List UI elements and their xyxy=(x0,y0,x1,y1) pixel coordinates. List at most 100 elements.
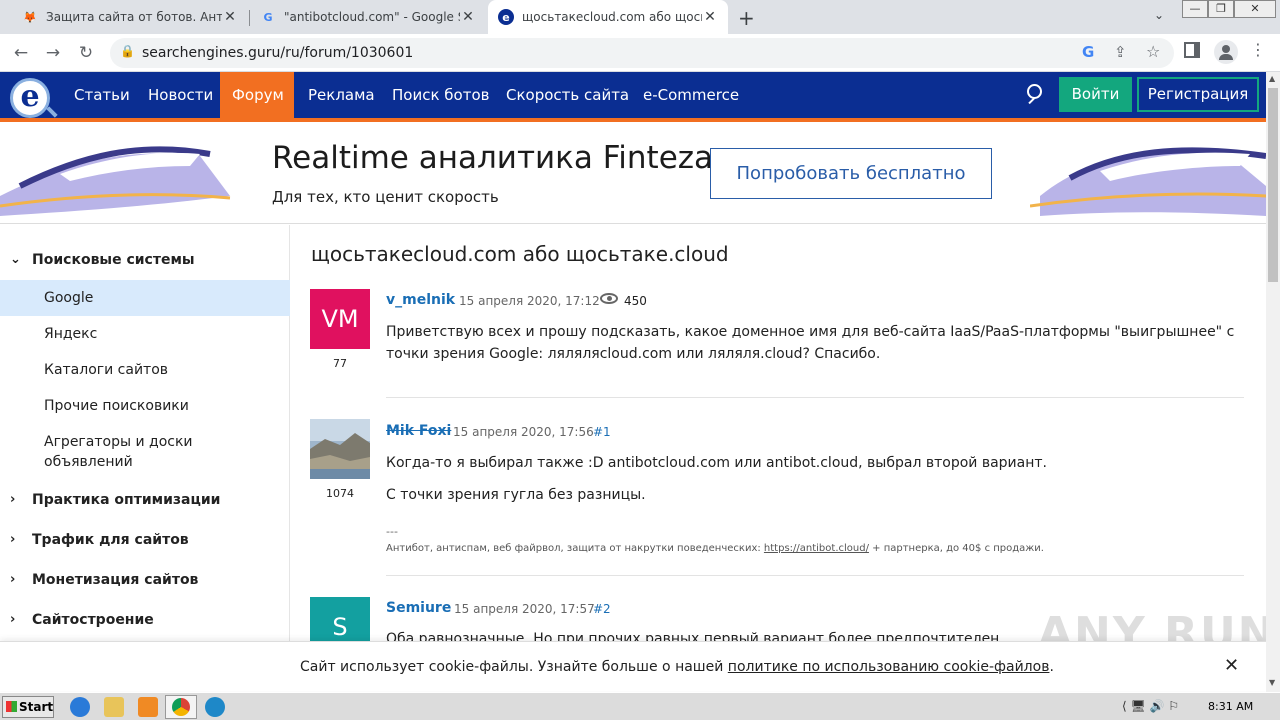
post-divider xyxy=(386,397,1244,398)
menu-kebab-icon[interactable]: ⋮ xyxy=(1250,40,1266,59)
banner-subtitle: Для тех, кто ценит скорость xyxy=(272,188,499,206)
bookmark-star-icon[interactable]: ☆ xyxy=(1146,42,1160,61)
post-count: 77 xyxy=(333,357,347,370)
scroll-up-icon[interactable]: ▲ xyxy=(1269,74,1275,83)
avatar[interactable]: VM xyxy=(310,289,370,349)
login-button[interactable]: Войти xyxy=(1059,77,1132,112)
sidebar-item-other-engines[interactable]: Прочие поисковики xyxy=(0,396,290,416)
post-text: Когда-то я выбирал также :D antibotcloud… xyxy=(386,455,1047,471)
browser-tab-active[interactable]: e щосьтакеcloud.com або щосьтаке ✕ xyxy=(488,0,728,34)
tray-icons[interactable]: ⟨ 🖥 🔊 ⚐ xyxy=(1122,699,1179,713)
cookie-text: Сайт использует cookie-файлы. Узнайте бо… xyxy=(300,659,1054,675)
minimize-window-button[interactable]: — xyxy=(1182,0,1208,18)
cookie-end: . xyxy=(1049,659,1054,675)
close-tab-icon[interactable]: ✕ xyxy=(702,9,718,25)
chevron-right-icon: › xyxy=(10,612,16,627)
address-bar[interactable]: 🔒 searchengines.guru/ru/forum/1030601 G … xyxy=(110,38,1174,68)
file-explorer-icon[interactable] xyxy=(104,697,124,717)
chevron-right-icon: › xyxy=(10,492,16,507)
post-number-link[interactable]: #1 xyxy=(593,425,611,439)
close-window-button[interactable]: ✕ xyxy=(1234,0,1276,18)
sidebar-item-yandex[interactable]: Яндекс xyxy=(0,324,290,344)
restore-window-button[interactable]: ❐ xyxy=(1208,0,1234,18)
banner-try-free-button[interactable]: Попробовать бесплатно xyxy=(710,148,992,199)
chevron-right-icon: › xyxy=(10,572,16,587)
fox-favicon-icon: 🦊 xyxy=(23,10,37,24)
banner-train-graphic xyxy=(1030,147,1266,216)
chrome-taskbar-button[interactable] xyxy=(165,695,197,719)
sidebar-category-traffic[interactable]: › Трафик для сайтов xyxy=(0,522,290,558)
sidebar-category-monetization[interactable]: › Монетизация сайтов xyxy=(0,562,290,598)
nav-item-ecommerce[interactable]: e-Commerce xyxy=(631,72,751,118)
nav-item-site-speed[interactable]: Скорость сайта xyxy=(494,72,641,118)
browser-tab[interactable]: G "antibotcloud.com" - Google Suche ✕ xyxy=(250,0,486,34)
clock: 8:31 AM xyxy=(1208,700,1254,713)
sidebar-item-google[interactable]: Google xyxy=(0,280,290,316)
media-player-icon[interactable] xyxy=(138,697,158,717)
search-icon[interactable] xyxy=(1027,84,1042,99)
signature-link[interactable]: https://antibot.cloud/ xyxy=(764,543,869,554)
tab-search-icon[interactable]: ⌄ xyxy=(1154,8,1164,22)
nav-item-news[interactable]: Новости xyxy=(136,72,225,118)
internet-explorer-icon[interactable] xyxy=(70,697,90,717)
topic-title: щосьтакеcloud.com або щосьтаке.cloud xyxy=(311,242,729,266)
post-author[interactable]: v_melnik xyxy=(386,292,455,308)
google-lens-icon[interactable]: G xyxy=(1082,43,1094,61)
close-tab-icon[interactable]: ✕ xyxy=(460,9,476,25)
chevron-down-icon: ⌄ xyxy=(10,252,21,267)
post-author[interactable]: Mik Foxi xyxy=(386,423,451,439)
register-button[interactable]: Регистрация xyxy=(1137,77,1259,112)
back-icon[interactable]: ← xyxy=(10,42,32,64)
post-number-link[interactable]: #2 xyxy=(593,602,611,616)
tab-title: "antibotcloud.com" - Google Suche xyxy=(284,10,460,24)
post-text: Приветствую всех и прошу подсказать, как… xyxy=(386,324,1235,362)
sidebar-category-search-engines[interactable]: ⌄ Поисковые системы xyxy=(0,242,290,278)
edge-icon[interactable] xyxy=(205,697,225,717)
nav-item-ads[interactable]: Реклама xyxy=(296,72,387,118)
sidebar-category-site-building[interactable]: › Сайтостроение xyxy=(0,602,290,638)
cookie-policy-link[interactable]: политике по использованию cookie-файлов xyxy=(728,659,1050,675)
post-date: 15 апреля 2020, 17:56 xyxy=(453,425,594,439)
share-icon[interactable]: ⇪ xyxy=(1114,43,1127,61)
close-icon[interactable]: ✕ xyxy=(1224,655,1239,676)
sidebar-item-aggregators[interactable]: Агрегаторы и доски объявлений xyxy=(0,432,220,472)
signature-tail: + партнерка, до 40$ с продажи. xyxy=(872,543,1044,554)
nav-item-articles[interactable]: Статьи xyxy=(62,72,142,118)
post-count: 1074 xyxy=(326,487,354,500)
scroll-thumb[interactable] xyxy=(1268,88,1278,282)
signature-separator: --- xyxy=(386,525,398,538)
profile-avatar-icon[interactable] xyxy=(1214,40,1238,64)
start-button[interactable]: Start xyxy=(2,696,54,718)
eye-icon xyxy=(600,293,618,304)
forward-icon[interactable]: → xyxy=(42,42,64,64)
scroll-down-icon[interactable]: ▼ xyxy=(1269,678,1275,687)
browser-tab[interactable]: 🦊 Защита сайта от ботов. Антибот, ✕ xyxy=(12,0,248,34)
url-text: searchengines.guru/ru/forum/1030601 xyxy=(142,45,414,61)
sidebar-item-catalogs[interactable]: Каталоги сайтов xyxy=(0,360,290,380)
avatar[interactable] xyxy=(310,419,370,479)
start-label: Start xyxy=(19,700,54,714)
cookie-banner: Сайт использует cookie-файлы. Узнайте бо… xyxy=(0,641,1266,691)
site-favicon-icon: e xyxy=(498,9,514,25)
avatar[interactable]: S xyxy=(310,597,370,641)
nav-item-forum[interactable]: Форум xyxy=(220,72,294,118)
site-logo[interactable]: e xyxy=(10,78,50,118)
google-favicon-icon: G xyxy=(263,10,273,24)
page-scrollbar[interactable]: ▲ ▼ xyxy=(1266,72,1280,692)
side-panel-icon[interactable] xyxy=(1184,42,1200,58)
sidebar-category-optimization[interactable]: › Практика оптимизации xyxy=(0,482,290,518)
ad-banner[interactable]: Realtime аналитика Finteza Для тех, кто … xyxy=(0,126,1266,224)
chrome-icon xyxy=(172,698,190,716)
close-tab-icon[interactable]: ✕ xyxy=(222,9,238,25)
banner-title: Realtime аналитика Finteza xyxy=(272,140,714,176)
post-author[interactable]: Semiure xyxy=(386,600,451,616)
site-nav: e Статьи Новости Форум Реклама Поиск бот… xyxy=(0,72,1266,122)
landscape-avatar-image xyxy=(310,419,370,479)
sidebar-category-label: Трафик для сайтов xyxy=(32,532,189,548)
reload-icon[interactable]: ↻ xyxy=(75,42,97,64)
browser-tab-bar: 🦊 Защита сайта от ботов. Антибот, ✕ G "a… xyxy=(0,0,1280,34)
new-tab-button[interactable]: + xyxy=(738,6,755,30)
nav-item-bot-search[interactable]: Поиск ботов xyxy=(380,72,501,118)
post-divider xyxy=(386,575,1244,576)
banner-train-graphic xyxy=(0,146,231,216)
